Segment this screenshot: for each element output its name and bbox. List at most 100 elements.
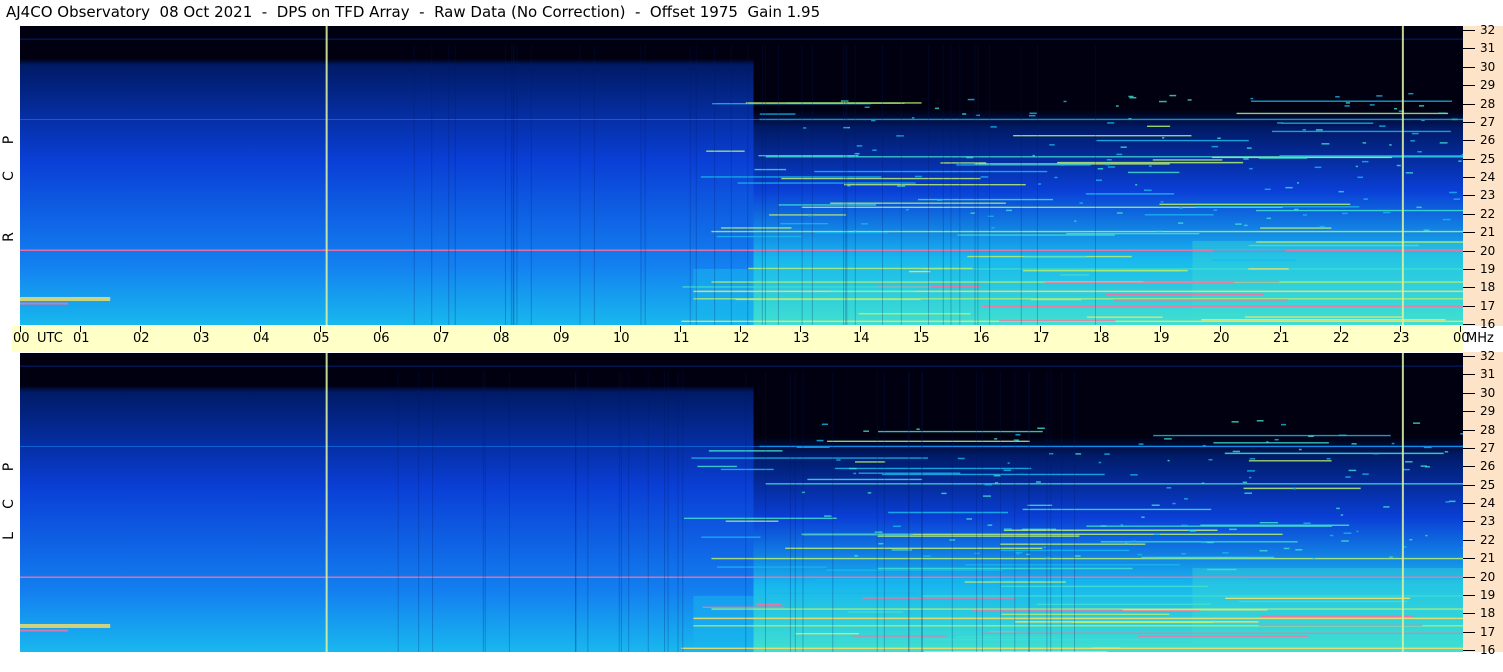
- freq-tick-mark: [1463, 103, 1475, 105]
- sparkle-mark: [1321, 143, 1330, 145]
- sparkle-mark: [993, 474, 1001, 477]
- early-burst: [20, 623, 111, 628]
- sparkle-mark: [987, 215, 994, 218]
- sparkle-mark: [966, 518, 972, 520]
- sparkle-mark: [1298, 448, 1302, 451]
- sparkle-mark: [1448, 500, 1456, 503]
- sparkle-mark: [1104, 453, 1110, 455]
- sparkle-mark: [1177, 222, 1184, 224]
- sparkle-mark: [1049, 144, 1055, 146]
- sparkle-mark: [970, 212, 975, 214]
- sparkle-mark: [1187, 99, 1192, 101]
- chart-title: AJ4CO Observatory 08 Oct 2021 - DPS on T…: [6, 3, 821, 21]
- sparkle-mark: [1169, 94, 1177, 97]
- freq-tick-mark: [1463, 521, 1475, 523]
- sparkle-mark: [1107, 166, 1116, 168]
- sparkle-mark: [1120, 524, 1124, 526]
- early-burst-core: [20, 302, 69, 305]
- sparkle-mark: [1244, 224, 1248, 227]
- sparkle-mark: [1389, 144, 1392, 146]
- utc-tick-label: 18: [1093, 331, 1110, 346]
- sparkle-mark: [1420, 465, 1428, 467]
- lcp-spectrogram: [20, 353, 1463, 652]
- sparkle-mark: [867, 492, 872, 494]
- sparkle-mark: [1423, 229, 1430, 232]
- sparkle-mark: [1246, 147, 1252, 149]
- utc-tick-label: 02: [133, 331, 150, 346]
- freq-tick-label: 30: [1480, 59, 1496, 74]
- sparkle-mark: [1037, 427, 1045, 430]
- sparkle-mark: [1266, 217, 1271, 220]
- freq-tick-label: 24: [1480, 496, 1496, 510]
- utc-tick-label: 00: [13, 331, 30, 346]
- sparkle-mark: [906, 208, 909, 211]
- sparkle-mark: [994, 482, 999, 484]
- sparkle-mark: [1003, 528, 1012, 530]
- sparkle-mark: [980, 176, 989, 178]
- sparkle-mark: [1208, 458, 1213, 461]
- transition-band: [693, 595, 754, 652]
- freq-tick-label: 31: [1480, 41, 1496, 56]
- sparkle-mark: [1097, 168, 1104, 170]
- freq-tick-mark: [1463, 66, 1475, 68]
- utc-tick-label: 11: [673, 331, 690, 346]
- sparkle-mark: [1131, 540, 1137, 543]
- utc-tick-label: 15: [913, 331, 930, 346]
- freq-tick-label: 32: [1480, 349, 1496, 363]
- freq-tick-label: 18: [1480, 606, 1496, 621]
- sparkle-mark: [840, 100, 849, 102]
- freq-tick-label: 26: [1480, 459, 1496, 474]
- sparkle-mark: [1344, 105, 1350, 107]
- sparkle-mark: [1294, 208, 1299, 211]
- freq-tick-mark: [1463, 631, 1475, 633]
- sparkle-mark: [1444, 451, 1449, 453]
- sparkle-mark: [1160, 201, 1164, 203]
- freq-tick-label: 25: [1480, 151, 1496, 166]
- sparkle-mark: [1063, 100, 1067, 103]
- utc-unit-label: UTC: [37, 331, 63, 346]
- sparkle-mark: [821, 423, 828, 426]
- sparkle-mark: [1181, 553, 1186, 555]
- freq-tick-label: 23: [1480, 514, 1496, 529]
- sparkle-mark: [941, 492, 947, 495]
- sparkle-mark: [1043, 546, 1046, 549]
- freq-tick-mark: [1463, 324, 1475, 325]
- sparkle-mark: [1158, 100, 1167, 103]
- freq-tick-label: 27: [1480, 440, 1496, 455]
- freq-tick-label: 20: [1480, 243, 1496, 258]
- sparkle-mark: [1232, 450, 1240, 453]
- sparkle-mark: [1138, 443, 1144, 445]
- sparkle-mark: [1308, 435, 1314, 438]
- utc-tick-label: 17: [1033, 331, 1050, 346]
- freq-tick-mark: [1463, 503, 1475, 504]
- sparkle-mark: [1345, 102, 1351, 104]
- utc-tick-label: 19: [1153, 331, 1170, 346]
- sparkle-mark: [1425, 534, 1428, 537]
- utc-tick-label: 20: [1213, 331, 1230, 346]
- sparkle-mark: [1340, 514, 1344, 516]
- sparkle-mark: [1037, 183, 1042, 185]
- freq-tick-mark: [1463, 232, 1475, 234]
- sparkle-mark: [1035, 481, 1041, 483]
- rcp-letter-r: R: [1, 232, 17, 242]
- sparkle-mark: [853, 472, 857, 475]
- sparkle-mark: [953, 483, 962, 485]
- sparkle-mark: [1105, 163, 1110, 166]
- sparkle-mark: [1319, 225, 1325, 228]
- sparkle-mark: [1211, 145, 1219, 148]
- sparkle-mark: [1314, 166, 1322, 169]
- sparkle-mark: [1164, 438, 1172, 440]
- utc-tick-label: 14: [853, 331, 870, 346]
- sparkle-mark: [1274, 438, 1279, 441]
- freq-tick-label: 29: [1480, 404, 1496, 419]
- utc-tick-label: 10: [613, 331, 630, 346]
- sparkle-mark: [1438, 112, 1447, 115]
- sparkle-mark: [1458, 160, 1462, 162]
- sparkle-mark: [1383, 506, 1390, 508]
- freq-tick-mark: [1463, 85, 1475, 87]
- sparkle-mark: [808, 214, 815, 217]
- sparkle-mark: [916, 428, 920, 430]
- freq-tick-label: 21: [1480, 551, 1496, 566]
- lcp-letter-c: C: [1, 499, 17, 509]
- sparkle-mark: [984, 483, 993, 486]
